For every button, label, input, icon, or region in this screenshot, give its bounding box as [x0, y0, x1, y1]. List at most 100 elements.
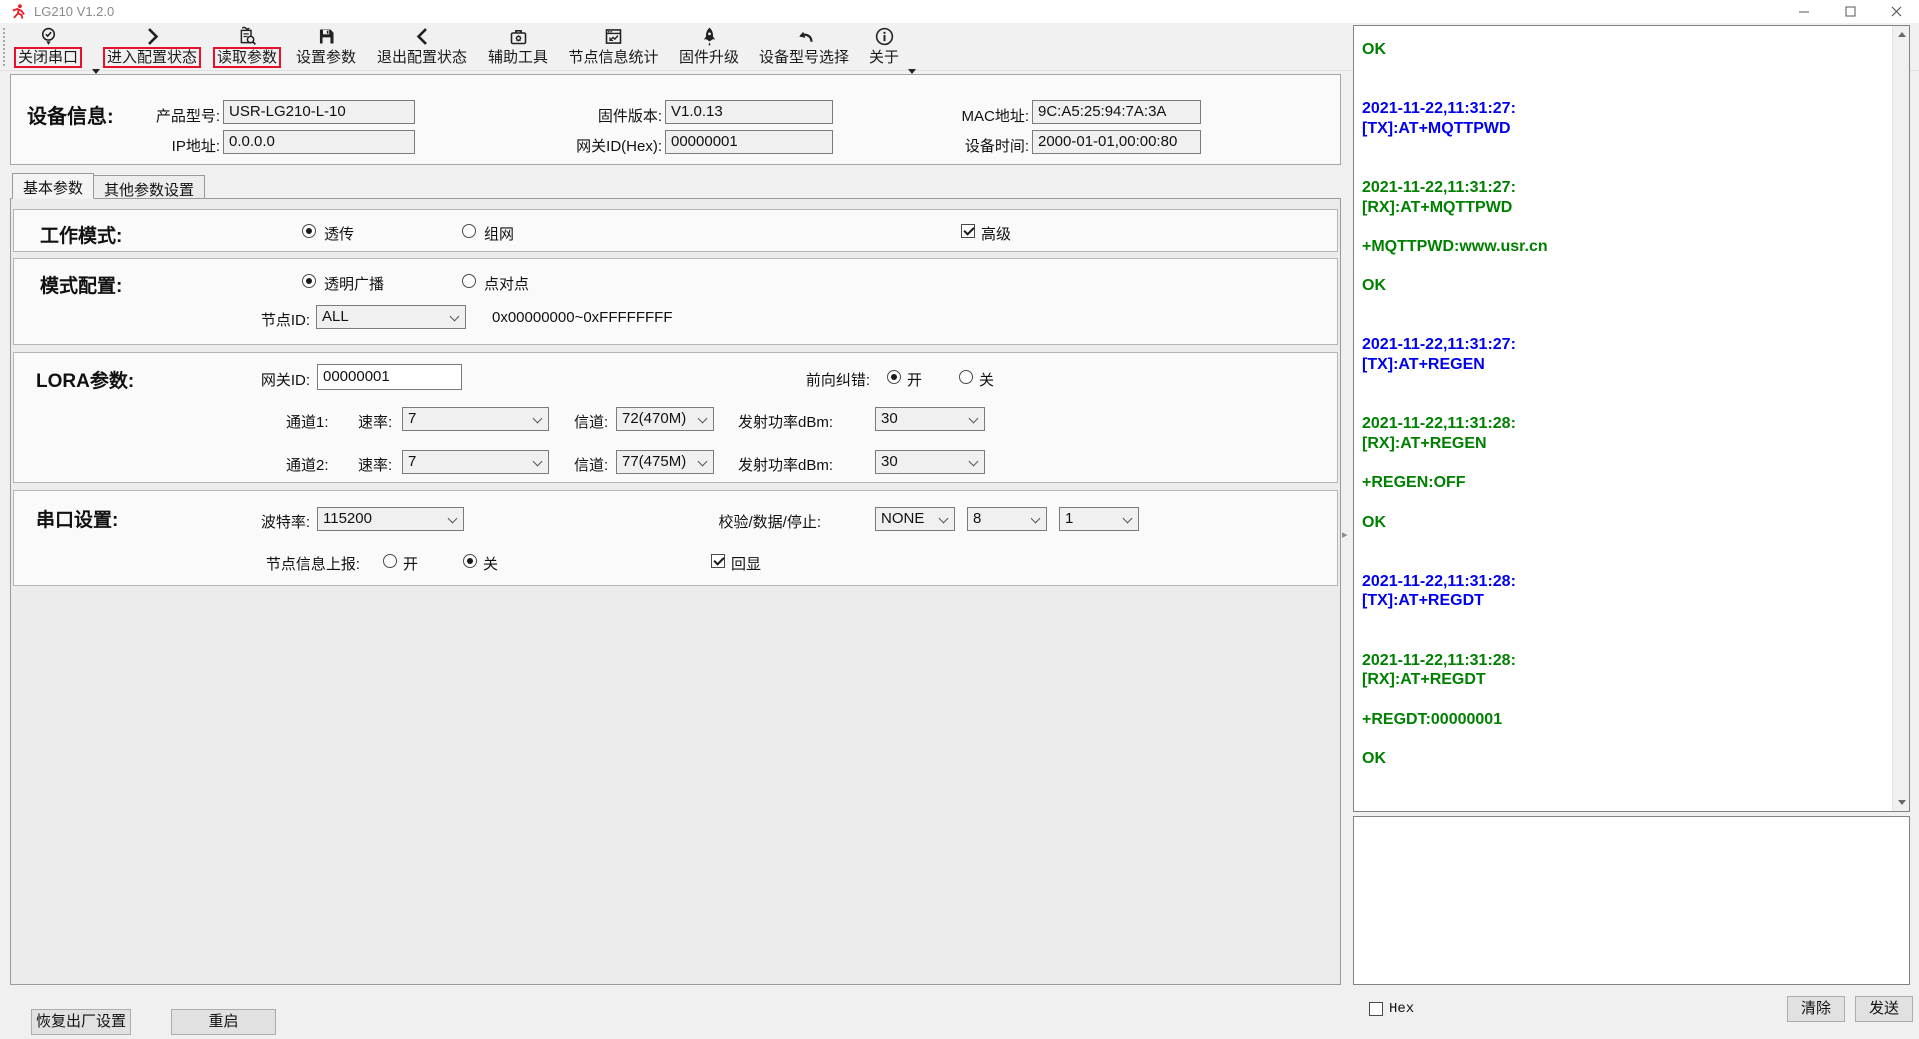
reboot-button[interactable]: 重启: [171, 1009, 276, 1035]
work-mode-title: 工作模式:: [40, 221, 122, 248]
minimize-icon: [1799, 6, 1810, 17]
chevron-down-icon: [698, 457, 708, 467]
baud-dropdown[interactable]: 115200: [317, 507, 464, 531]
save-icon: [316, 26, 337, 47]
data-bits-dropdown[interactable]: 8: [967, 507, 1047, 531]
toolbar-button-close-serial[interactable]: 关闭串口: [6, 25, 90, 70]
chevron-right-icon: [142, 26, 163, 47]
toolbar-button-set-params[interactable]: 设置参数: [289, 25, 363, 70]
maximize-icon: [1845, 6, 1856, 17]
serial-settings-section: 串口设置: 波特率: 115200 校验/数据/停止: NONE 8 1 节点信…: [13, 490, 1338, 586]
scroll-up-icon[interactable]: [1893, 26, 1910, 43]
at-command-log-panel: OK 2021-11-22,11:31:27: [TX]:AT+MQTTPWD …: [1353, 25, 1910, 812]
maximize-button[interactable]: [1827, 0, 1873, 23]
minimize-button[interactable]: [1781, 0, 1827, 23]
work-mode-transparent-radio[interactable]: [302, 224, 316, 238]
parity-data-stop-label: 校验/数据/停止:: [704, 511, 821, 532]
chevron-down-icon: [533, 457, 543, 467]
log-line: 2021-11-22,11:31:28:: [1362, 572, 1889, 592]
hex-label: Hex: [1389, 1001, 1414, 1017]
log-line: [1362, 552, 1889, 572]
toolbar-button-exit-config[interactable]: 退出配置状态: [368, 25, 476, 70]
rocket-icon: [699, 26, 720, 47]
advanced-label: 高级: [981, 223, 1011, 244]
chevron-down-icon: [969, 414, 979, 424]
log-scrollbar[interactable]: [1892, 26, 1909, 811]
node-id-dropdown[interactable]: ALL: [316, 305, 466, 329]
mode-config-title: 模式配置:: [40, 271, 122, 298]
log-line: [1362, 79, 1889, 99]
log-line: [1362, 493, 1889, 513]
channel2-rate-dropdown[interactable]: 7: [402, 450, 549, 474]
toolbar-button-aux-tools[interactable]: 辅助工具: [482, 25, 554, 70]
stop-bits-dropdown[interactable]: 1: [1059, 507, 1139, 531]
chevron-down-icon: [533, 414, 543, 424]
mode-config-section: 模式配置: 透明广播 点对点 节点ID: ALL 0x00000000~0xFF…: [13, 258, 1338, 345]
log-line: OK: [1362, 276, 1889, 296]
node-report-on-radio[interactable]: [383, 554, 397, 568]
serial-settings-title: 串口设置:: [36, 505, 118, 532]
channel1-power-dropdown[interactable]: 30: [875, 407, 985, 431]
tab-other-params[interactable]: 其他参数设置: [93, 175, 205, 199]
baud-label: 波特率:: [240, 511, 310, 532]
firmware-field[interactable]: V1.0.13: [665, 100, 833, 124]
channel2-power-dropdown[interactable]: 30: [875, 450, 985, 474]
device-time-field[interactable]: 2000-01-01,00:00:80: [1032, 130, 1201, 154]
log-line: +REGDT:00000001: [1362, 710, 1889, 730]
fec-on-radio[interactable]: [887, 370, 901, 384]
log-line: [1362, 611, 1889, 631]
log-line: [RX]:AT+REGEN: [1362, 434, 1889, 454]
log-line: [1362, 60, 1889, 80]
log-line: [1362, 690, 1889, 710]
send-input-area[interactable]: [1353, 816, 1910, 985]
node-report-off-radio[interactable]: [463, 554, 477, 568]
gateway-id-hex-field[interactable]: 00000001: [665, 130, 833, 154]
hex-checkbox[interactable]: [1369, 1002, 1383, 1016]
toolbar-button-about[interactable]: 关于: [865, 25, 903, 70]
info-icon: [874, 26, 895, 47]
mode-p2p-radio[interactable]: [462, 274, 476, 288]
scroll-down-icon[interactable]: [1893, 794, 1910, 811]
chevron-down-icon: [939, 514, 949, 524]
channel2-power-label: 发射功率dBm:: [738, 454, 833, 475]
fec-off-radio[interactable]: [959, 370, 973, 384]
product-model-field[interactable]: USR-LG210-L-10: [223, 100, 415, 124]
toolbar-button-read-params[interactable]: 读取参数: [210, 25, 284, 70]
lora-gateway-id-input[interactable]: 00000001: [317, 364, 462, 390]
ip-field[interactable]: 0.0.0.0: [223, 130, 415, 154]
chevron-left-icon: [412, 26, 433, 47]
channel2-channel-dropdown[interactable]: 77(475M): [616, 450, 714, 474]
close-button[interactable]: [1873, 0, 1919, 23]
chevron-down-icon: [698, 414, 708, 424]
lora-params-section: LORA参数: 网关ID: 00000001 前向纠错: 开 关 通道1: 速率…: [13, 352, 1338, 483]
window-title: LG210 V1.2.0: [34, 4, 114, 19]
work-mode-network-radio[interactable]: [462, 224, 476, 238]
mac-label: MAC地址:: [891, 105, 1029, 126]
log-line: 2021-11-22,11:31:27:: [1362, 178, 1889, 198]
channel1-channel-dropdown[interactable]: 72(470M): [616, 407, 714, 431]
advanced-checkbox[interactable]: [961, 224, 975, 238]
factory-reset-button[interactable]: 恢复出厂设置: [31, 1009, 131, 1035]
toolbar-button-enter-config[interactable]: 进入配置状态: [98, 25, 206, 70]
log-line: [1362, 375, 1889, 395]
parity-dropdown[interactable]: NONE: [875, 507, 955, 531]
log-line: [1362, 217, 1889, 237]
firmware-label: 固件版本:: [551, 105, 662, 126]
channel1-rate-dropdown[interactable]: 7: [402, 407, 549, 431]
mac-field[interactable]: 9C:A5:25:94:7A:3A: [1032, 100, 1201, 124]
tab-basic-params[interactable]: 基本参数: [12, 173, 94, 199]
work-mode-transparent-label: 透传: [324, 223, 354, 244]
clear-button[interactable]: 清除: [1787, 996, 1845, 1022]
panel-splitter-handle[interactable]: ▸: [1342, 515, 1351, 555]
log-line: [RX]:AT+REGDT: [1362, 670, 1889, 690]
toolbar-button-model-select[interactable]: 设备型号选择: [750, 25, 858, 70]
node-stats-icon: [603, 26, 624, 47]
echo-checkbox[interactable]: [711, 554, 725, 568]
mode-broadcast-radio[interactable]: [302, 274, 316, 288]
node-report-label: 节点信息上报:: [240, 553, 360, 574]
toolbar-button-node-stats[interactable]: 节点信息统计: [560, 25, 667, 70]
chevron-down-icon: [1123, 514, 1133, 524]
send-button[interactable]: 发送: [1855, 996, 1913, 1022]
log-line: [1362, 296, 1889, 316]
toolbar-button-firmware-upgrade[interactable]: 固件升级: [673, 25, 745, 70]
